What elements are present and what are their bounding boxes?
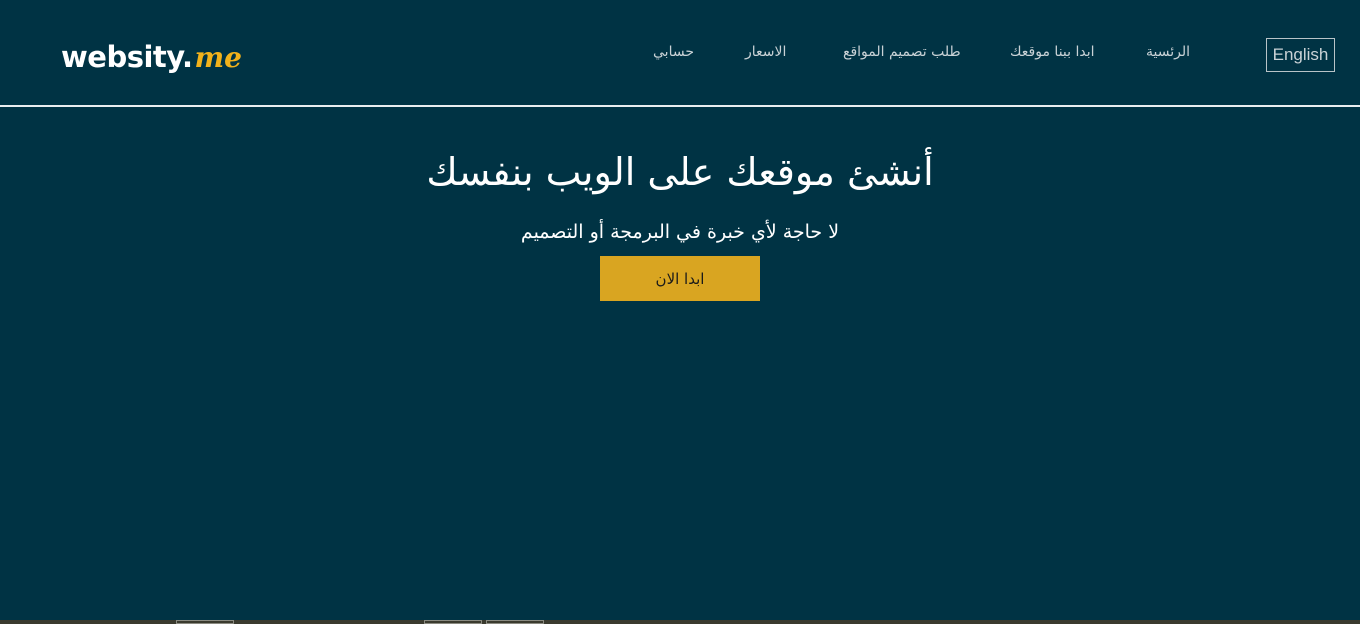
site-logo[interactable]: websity. me: [61, 40, 242, 80]
nav-item-my-account[interactable]: حسابي: [653, 44, 694, 60]
logo-text-main: websity.: [61, 40, 193, 74]
hero-title: أنشئ موقعك على الويب بنفسك: [426, 150, 934, 194]
start-now-button[interactable]: ابدا الان: [600, 256, 760, 301]
bottom-tab: [424, 620, 482, 624]
bottom-tab: [486, 620, 544, 624]
nav-item-pricing[interactable]: الاسعار: [745, 44, 786, 60]
logo-text-accent: me: [194, 41, 242, 74]
language-switch-button[interactable]: English: [1266, 38, 1335, 72]
nav-item-request-design[interactable]: طلب تصميم المواقع: [843, 44, 961, 60]
nav-item-start-building[interactable]: ابدا ببنا موقعك: [1010, 44, 1095, 60]
top-navigation-bar: websity. me الرئسية ابدا ببنا موقعك طلب …: [0, 0, 1360, 107]
hero-subtitle: لا حاجة لأي خبرة في البرمجة أو التصميم: [520, 221, 840, 243]
page: websity. me الرئسية ابدا ببنا موقعك طلب …: [0, 0, 1360, 624]
bottom-tab: [176, 620, 234, 624]
nav-item-home[interactable]: الرئسية: [1146, 44, 1190, 60]
